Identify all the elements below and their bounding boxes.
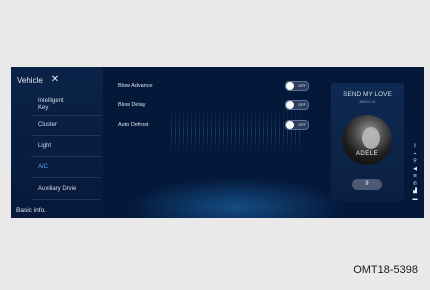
- figure-code: OMT18-5398: [353, 264, 418, 276]
- pause-button[interactable]: II: [352, 179, 382, 190]
- divider: [31, 199, 101, 200]
- phone-icon: ✆: [412, 180, 418, 187]
- sidebar-item-label: A/C: [38, 164, 49, 170]
- toggle-knob: [286, 101, 294, 109]
- signal-icon: ▟: [413, 188, 417, 194]
- sidebar-item-basic-info[interactable]: Basic info.: [16, 207, 46, 214]
- divider: [31, 115, 101, 116]
- sidebar-item-ac[interactable]: A/C: [38, 164, 48, 171]
- usb-icon: ⌁: [413, 150, 417, 157]
- sidebar-item-auxiliary-drive[interactable]: Auxiliary Drvie: [38, 186, 76, 193]
- divider: [31, 156, 101, 157]
- album-art-text: ADELE: [355, 151, 379, 157]
- volume-icon: ◀: [413, 165, 417, 172]
- sidebar: Vehicle ✕ Intelligent Key Cluster Light …: [11, 67, 103, 218]
- blow-advance-toggle[interactable]: OFF: [285, 81, 309, 91]
- sidebar-item-label: Intelligent Key: [38, 98, 64, 111]
- bluetooth-icon: ᛒ: [413, 143, 417, 149]
- close-icon[interactable]: ✕: [51, 75, 59, 85]
- media-player-card: SEND MY LOVE ADELE 21 ADELE II: [331, 83, 404, 201]
- sidebar-title: Vehicle: [17, 75, 43, 85]
- setting-label-blow-delay: Blow Delay: [118, 102, 146, 108]
- background-glow: [126, 177, 346, 218]
- artist-name: ADELE 21: [359, 100, 376, 104]
- mute-icon: ⚲: [413, 158, 417, 164]
- divider: [31, 135, 101, 136]
- sidebar-item-label: Auxiliary Drvie: [38, 186, 77, 192]
- pause-icon: II: [365, 181, 369, 187]
- toggle-knob: [286, 121, 294, 129]
- blow-delay-toggle[interactable]: OFF: [285, 100, 309, 110]
- status-bar: ᛒ ⌁ ⚲ ◀ ≋ ✆ ▟ ▬: [410, 143, 420, 203]
- divider: [31, 177, 101, 178]
- toggle-state: OFF: [298, 122, 306, 127]
- equalizer-background: [171, 107, 301, 152]
- auto-defrost-toggle[interactable]: OFF: [285, 120, 309, 130]
- sidebar-item-cluster[interactable]: Cluster: [38, 122, 57, 129]
- sidebar-header: Vehicle ✕: [17, 75, 59, 85]
- toggle-knob: [286, 82, 294, 90]
- album-portrait: [362, 127, 380, 149]
- infotainment-screen: Vehicle ✕ Intelligent Key Cluster Light …: [11, 67, 424, 218]
- wifi-icon: ≋: [412, 173, 418, 179]
- sidebar-item-intelligent-key[interactable]: Intelligent Key: [38, 98, 70, 112]
- song-title: SEND MY LOVE: [343, 91, 392, 98]
- setting-label-blow-advance: Blow Advance: [118, 83, 153, 89]
- toggle-state: OFF: [298, 102, 306, 107]
- sidebar-item-label: Light: [38, 143, 52, 149]
- sidebar-item-label: Basic info.: [16, 207, 46, 214]
- sidebar-item-label: Cluster: [38, 122, 58, 128]
- setting-label-auto-defrost: Auto Defrost: [118, 122, 149, 128]
- battery-icon: ▬: [412, 195, 418, 202]
- album-art: ADELE: [342, 115, 392, 165]
- toggle-state: OFF: [298, 83, 306, 88]
- sidebar-item-light[interactable]: Light: [38, 143, 51, 150]
